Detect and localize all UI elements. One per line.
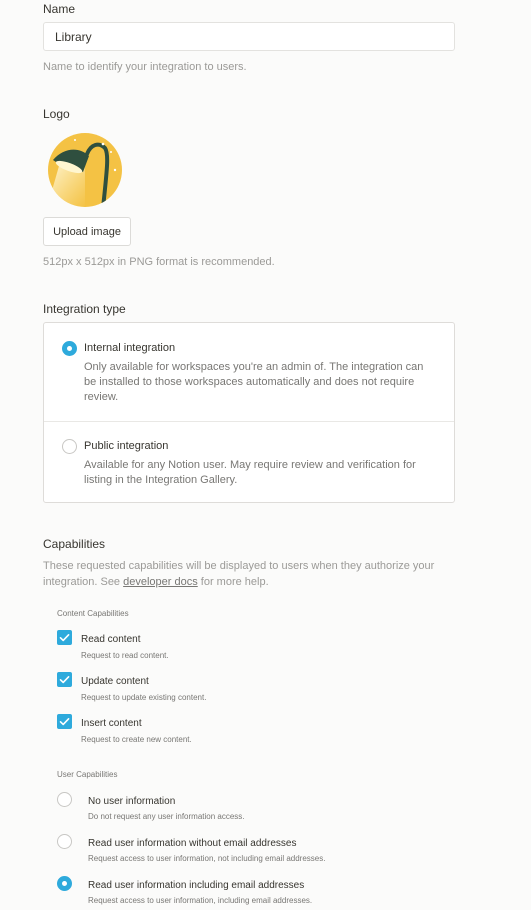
no-user-info-radio[interactable] [57,792,72,807]
name-hint: Name to identify your integration to use… [43,61,247,73]
check-icon [59,718,70,726]
insert-content-desc: Request to create new content. [81,735,192,744]
logo-label: Logo [43,107,70,121]
user-info-with-email-desc: Request access to user information, incl… [88,896,313,905]
check-icon [59,676,70,684]
name-label: Name [43,2,76,16]
content-capabilities-label: Content Capabilities [57,609,129,618]
logo-hint: 512px x 512px in PNG format is recommend… [43,256,275,268]
user-info-no-email-radio[interactable] [57,834,72,849]
integration-type-label: Integration type [43,302,126,316]
capabilities-desc: These requested capabilities will be dis… [43,558,453,590]
update-content-title: Update content [81,676,149,687]
read-content-desc: Request to read content. [81,651,169,660]
read-content-title: Read content [81,634,141,645]
developer-docs-link[interactable]: developer docs [123,576,198,588]
update-content-desc: Request to update existing content. [81,693,207,702]
no-user-info-desc: Do not request any user information acce… [88,812,245,821]
insert-content-checkbox[interactable] [57,714,72,729]
user-info-no-email-title: Read user information without email addr… [88,838,297,849]
public-integration-desc: Available for any Notion user. May requi… [84,459,416,486]
lamp-logo-icon [48,133,122,207]
capabilities-desc-suffix: for more help. [197,576,269,588]
user-info-no-email-desc: Request access to user information, not … [88,854,326,863]
public-integration-option[interactable]: Public integration Available for any Not… [44,422,454,503]
public-integration-radio[interactable] [62,439,77,454]
user-info-with-email-title: Read user information including email ad… [88,880,305,891]
upload-image-button[interactable]: Upload image [43,217,131,246]
update-content-checkbox[interactable] [57,672,72,687]
integration-type-group: Internal integration Only available for … [43,322,455,503]
name-input[interactable] [43,22,455,51]
user-info-with-email-radio[interactable] [57,876,72,891]
capabilities-label: Capabilities [43,537,106,551]
check-icon [59,634,70,642]
no-user-info-title: No user information [88,796,176,807]
insert-content-title: Insert content [81,718,142,729]
internal-integration-desc: Only available for workspaces you're an … [84,361,424,403]
public-integration-title: Public integration [84,440,169,452]
user-capabilities-label: User Capabilities [57,770,118,779]
logo-image [45,130,127,212]
internal-integration-option[interactable]: Internal integration Only available for … [44,323,454,421]
read-content-checkbox[interactable] [57,630,72,645]
internal-integration-radio[interactable] [62,341,77,356]
internal-integration-title: Internal integration [84,342,176,354]
